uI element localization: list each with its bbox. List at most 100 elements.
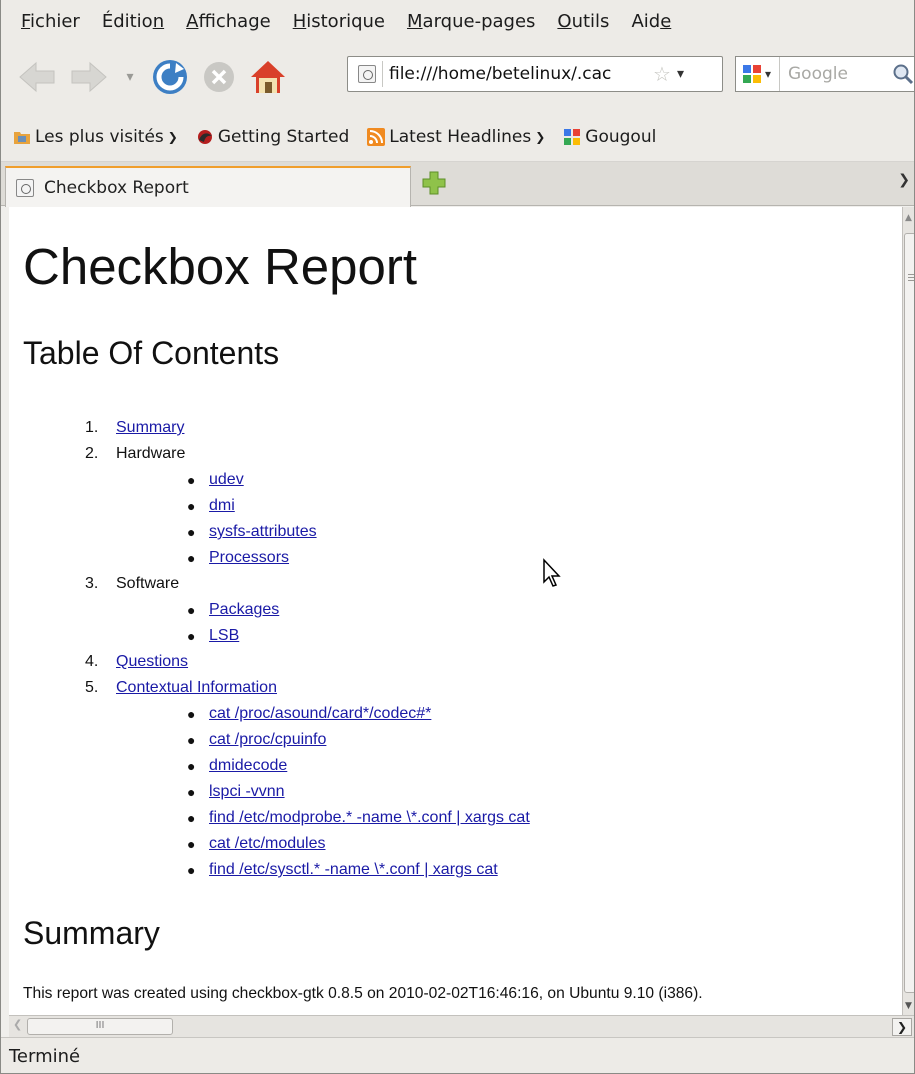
menu-item[interactable]: Historique bbox=[293, 11, 385, 32]
toc-label: Software bbox=[116, 575, 180, 592]
toc-subitem: ● lspci -vvnn bbox=[23, 779, 893, 805]
history-dropdown-icon[interactable]: ▾ bbox=[119, 62, 141, 92]
summary-text: This report was created using checkbox-g… bbox=[23, 985, 703, 1002]
url-separator bbox=[382, 61, 383, 87]
forward-arrow-icon[interactable] bbox=[67, 59, 111, 95]
toc-sublink[interactable]: find /etc/sysctl.* -name \*.conf | xargs… bbox=[209, 857, 498, 883]
status-bar: Terminé bbox=[1, 1037, 914, 1073]
toc-link[interactable]: Summary bbox=[116, 415, 184, 441]
magnifier-icon[interactable] bbox=[892, 63, 914, 90]
navigation-toolbar: ▾ file:///home/betelinux/.cac ☆ ▾ ▾ Goog… bbox=[1, 42, 914, 112]
bullet-icon: ● bbox=[187, 862, 196, 878]
rss-icon bbox=[367, 127, 386, 146]
chevron-down-icon: ❯ bbox=[167, 129, 178, 144]
toc-sublink[interactable]: cat /etc/modules bbox=[209, 831, 326, 857]
toc-item: 2. Hardware bbox=[23, 441, 893, 467]
page-title: Checkbox Report bbox=[23, 238, 418, 295]
bullet-icon: ● bbox=[187, 810, 196, 826]
scroll-left-icon[interactable]: ❮ bbox=[13, 1018, 22, 1031]
search-input[interactable]: Google bbox=[788, 64, 848, 84]
toc-subitem: ● find /etc/modprobe.* -name \*.conf | xa… bbox=[23, 805, 893, 831]
bullet-icon: ● bbox=[187, 498, 196, 514]
reload-icon[interactable] bbox=[149, 56, 191, 98]
url-dropdown-icon[interactable]: ▾ bbox=[677, 66, 684, 82]
toc-sublink[interactable]: cat /proc/cpuinfo bbox=[209, 727, 326, 753]
toc-sublink[interactable]: sysfs-attributes bbox=[209, 519, 317, 545]
scroll-down-icon[interactable]: ▼ bbox=[905, 1001, 912, 1011]
bookmark-label: Latest Headlines bbox=[389, 126, 532, 147]
horizontal-scroll-thumb[interactable]: III bbox=[27, 1018, 173, 1035]
tab-strip: Checkbox Report ❯ bbox=[1, 162, 914, 207]
menu-item[interactable]: Outils bbox=[557, 11, 609, 32]
toc-subitem: ● dmi bbox=[23, 493, 893, 519]
toc-item: 1. Summary bbox=[23, 415, 893, 441]
toc-sublink[interactable]: find /etc/modprobe.* -name \*.conf | xar… bbox=[209, 805, 530, 831]
star-icon[interactable]: ☆ bbox=[653, 62, 671, 86]
page-content: Checkbox Report Table Of Contents 1. Summ… bbox=[9, 207, 902, 1015]
bullet-icon: ● bbox=[187, 628, 196, 644]
bookmark-gougoul[interactable]: Gougoul bbox=[563, 127, 656, 147]
toc-subitem: ● dmidecode bbox=[23, 753, 893, 779]
horizontal-scrollbar[interactable]: ❮ III ❯ bbox=[9, 1015, 914, 1037]
scroll-right-icon[interactable]: ❯ bbox=[892, 1018, 912, 1036]
vertical-scrollbar[interactable]: ▲ ▼ bbox=[902, 207, 914, 1015]
toc-sublink[interactable]: LSB bbox=[209, 623, 239, 649]
scroll-up-icon[interactable]: ▲ bbox=[905, 213, 912, 223]
menu-item[interactable]: Affichage bbox=[186, 11, 271, 32]
bullet-icon: ● bbox=[187, 472, 196, 488]
toc-subitem: ● Processors bbox=[23, 545, 893, 571]
url-text[interactable]: file:///home/betelinux/.cac bbox=[389, 64, 649, 84]
bullet-icon: ● bbox=[187, 732, 196, 748]
tab-checkbox-report[interactable]: Checkbox Report bbox=[5, 166, 411, 207]
toc-number: 1. bbox=[85, 419, 99, 436]
menu-item[interactable]: Édition bbox=[102, 11, 164, 32]
bookmark-most-visited[interactable]: Les plus visités ❯ bbox=[13, 127, 178, 147]
page-favicon-icon bbox=[358, 65, 376, 83]
bullet-icon: ● bbox=[187, 602, 196, 618]
bookmark-getting-started[interactable]: Getting Started bbox=[196, 127, 349, 147]
bookmark-latest-headlines[interactable]: Latest Headlines ❯ bbox=[367, 127, 545, 147]
toc-sublink[interactable]: dmidecode bbox=[209, 753, 287, 779]
page-favicon-icon bbox=[16, 178, 34, 197]
toc-number: 2. bbox=[85, 445, 99, 462]
firefox-icon bbox=[197, 129, 212, 144]
bullet-icon: ● bbox=[187, 706, 196, 722]
toc-sublink[interactable]: cat /proc/asound/card*/codec#* bbox=[209, 701, 431, 727]
home-icon[interactable] bbox=[247, 56, 289, 98]
toc-sublink[interactable]: dmi bbox=[209, 493, 235, 519]
menu-item[interactable]: Marque-pages bbox=[407, 11, 535, 32]
search-engine-selector[interactable]: ▾ bbox=[736, 57, 780, 91]
menu-item[interactable]: Aide bbox=[631, 11, 671, 32]
search-bar[interactable]: ▾ Google bbox=[735, 56, 914, 92]
tab-list-chevron-down-icon[interactable]: ❯ bbox=[898, 172, 910, 188]
toc-number: 4. bbox=[85, 653, 99, 670]
toc-sublink[interactable]: udev bbox=[209, 467, 244, 493]
new-tab-plus-icon[interactable] bbox=[421, 170, 447, 196]
bullet-icon: ● bbox=[187, 524, 196, 540]
vertical-scroll-thumb[interactable] bbox=[904, 233, 914, 993]
toc-label: Hardware bbox=[116, 445, 186, 462]
toc-subitem: ● cat /proc/asound/card*/codec#* bbox=[23, 701, 893, 727]
google-icon bbox=[743, 65, 761, 83]
tab-label: Checkbox Report bbox=[44, 177, 189, 198]
toc-subitem: ● sysfs-attributes bbox=[23, 519, 893, 545]
url-bar[interactable]: file:///home/betelinux/.cac ☆ ▾ bbox=[347, 56, 723, 92]
toc-sublink[interactable]: Packages bbox=[209, 597, 279, 623]
bullet-icon: ● bbox=[187, 758, 196, 774]
chevron-down-icon: ❯ bbox=[535, 129, 546, 144]
menu-bar: Fichier Édition Affichage Historique Marque-… bbox=[1, 0, 914, 42]
toc-sublink[interactable]: Processors bbox=[209, 545, 289, 571]
toc-number: 3. bbox=[85, 575, 99, 592]
menu-item[interactable]: Fichier bbox=[21, 11, 80, 32]
back-arrow-icon[interactable] bbox=[15, 59, 59, 95]
toc-subitem: ● LSB bbox=[23, 623, 893, 649]
table-of-contents: 1. Summary 2. Hardware ● udev ● dmi ● sysfs-attri… bbox=[23, 415, 893, 883]
bookmark-label: Getting Started bbox=[217, 126, 350, 147]
toc-sublink[interactable]: lspci -vvnn bbox=[209, 779, 285, 805]
toc-subitem: ● cat /etc/modules bbox=[23, 831, 893, 857]
toc-link[interactable]: Questions bbox=[116, 649, 188, 675]
toc-link[interactable]: Contextual Information bbox=[116, 675, 277, 701]
toc-subitem: ● cat /proc/cpuinfo bbox=[23, 727, 893, 753]
stop-icon[interactable] bbox=[199, 57, 239, 97]
grip-icon bbox=[908, 274, 914, 275]
